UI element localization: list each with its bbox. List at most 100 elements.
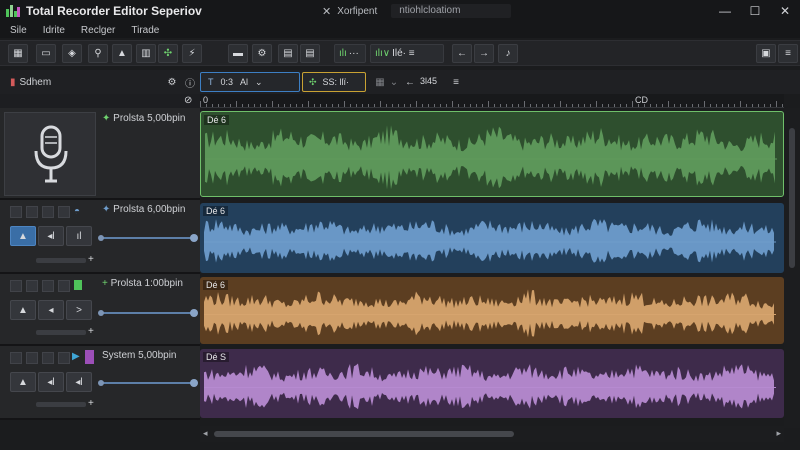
volume-slider[interactable] [36, 330, 86, 335]
clip-lane-2[interactable]: Dé 6 [200, 203, 784, 273]
expand-icon[interactable]: + [88, 398, 94, 409]
close-button[interactable]: ✕ [770, 4, 800, 18]
gear-icon[interactable]: ⚙ [252, 44, 272, 63]
pan-fader[interactable] [98, 234, 198, 242]
arm-toggle[interactable] [42, 280, 54, 292]
menu-item-record[interactable]: Reclger [81, 25, 115, 36]
prev-button[interactable]: ◂l [38, 226, 64, 246]
transport-bar: ▮ Sdhem ⚙ ⓘ T 0:3 Al ⌄ ✣ SS: llï· ▦ ⌄ ← … [0, 70, 800, 94]
volume-slider[interactable] [36, 258, 86, 263]
track-arm-icon[interactable]: + [102, 278, 108, 289]
mute-toggle[interactable] [10, 280, 22, 292]
vertical-scrollbar[interactable] [784, 108, 800, 428]
time-display[interactable]: T 0:3 Al ⌄ [200, 72, 300, 92]
info-icon[interactable]: ⓘ [182, 74, 198, 90]
chart-icon[interactable]: ▥ [136, 44, 156, 63]
select-icon[interactable]: ▭ [36, 44, 56, 63]
minimize-button[interactable]: — [710, 4, 740, 18]
track-header-1[interactable]: ✦ Prolsta 5,00bpin [0, 108, 200, 200]
menu-item-file[interactable]: Sile [10, 25, 27, 36]
timeline-ruler[interactable]: 0 CD [200, 94, 784, 108]
pan-fader[interactable] [98, 309, 198, 317]
main-toolbar: ▦ ▭ ◈ ⚲ ▲ ▥ ✣ ⚡ ▬ ⚙ ▤ ▤ ılı ··· ılı ∨ Ilé… [0, 40, 800, 66]
waveform2-icon: ılı [375, 48, 383, 59]
solo-toggle[interactable] [26, 352, 38, 364]
record-button[interactable]: ıl [66, 226, 92, 246]
tool-group-right[interactable]: ılı ∨ Ilé· ≡ [370, 44, 444, 63]
track-header-4[interactable]: ▶ ▲ ◂l ◂l + System 5,00bpin [0, 346, 200, 420]
color-swatch[interactable] [85, 350, 94, 364]
tuner-button[interactable]: ♪ [498, 44, 518, 63]
scroll-left-icon[interactable]: ◂ [203, 428, 208, 439]
tempo-display[interactable]: ✣ SS: llï· [302, 72, 366, 92]
menu-item-trade[interactable]: Tirade [131, 25, 159, 36]
settings-icon[interactable]: ⚙ [164, 74, 180, 90]
play-button[interactable]: ▲ [10, 300, 36, 320]
grid-icon[interactable]: ▦ [8, 44, 28, 63]
tool-group-left[interactable]: ılı ··· [334, 44, 366, 63]
maximize-button[interactable]: ☐ [740, 4, 770, 18]
horizontal-scrollbar[interactable]: ◂ ▸ [200, 426, 784, 442]
close-doc-icon[interactable]: ✕ [322, 5, 331, 18]
forward-button[interactable]: → [474, 44, 494, 63]
menu-item-edit[interactable]: Idrite [43, 25, 65, 36]
session-field[interactable]: ▮ Sdhem [10, 74, 160, 90]
dropdown-icon[interactable]: ⌄ [386, 74, 402, 90]
microphone-icon [34, 125, 68, 183]
clip-lane-1[interactable]: Dé 6 [200, 111, 784, 197]
mute-toggle[interactable] [10, 206, 22, 218]
zoom-icon[interactable]: ⚲ [88, 44, 108, 63]
center-field[interactable]: ntiohlcloatiom [391, 4, 512, 18]
next-button[interactable]: > [66, 300, 92, 320]
warning-icon[interactable]: ▲ [112, 44, 132, 63]
track-header-2[interactable]: ◓ ▲ ◂l ıl + ✦ Prolsta 6,00bpin [0, 200, 200, 274]
waveform [204, 218, 776, 263]
monitor-toggle[interactable] [58, 206, 70, 218]
rate-value: 3l45 [420, 76, 438, 86]
save-icon[interactable]: ▣ [756, 44, 776, 63]
headphone-icon[interactable]: ◓ [74, 206, 80, 217]
track-arm-icon[interactable]: ✦ [102, 113, 110, 124]
brush-icon[interactable]: ⚡ [182, 44, 202, 63]
record-button[interactable]: ◂l [66, 372, 92, 392]
time-unit: Al [240, 77, 249, 87]
scroll-thumb[interactable] [214, 431, 514, 437]
app-title: Total Recorder Editor Seperiov [26, 4, 202, 18]
scroll-thumb[interactable] [789, 128, 795, 268]
loop-icon[interactable]: ◈ [62, 44, 82, 63]
layout-icon[interactable]: ▬ [228, 44, 248, 63]
track-arm-icon[interactable]: ✦ [102, 204, 110, 215]
solo-toggle[interactable] [26, 206, 38, 218]
mute-toggle[interactable] [10, 352, 22, 364]
list-icon[interactable]: ≡ [448, 74, 464, 90]
play-button[interactable]: ▲ [10, 372, 36, 392]
scroll-right-icon[interactable]: ▸ [776, 428, 781, 439]
prev-button[interactable]: ◂ [38, 300, 64, 320]
arrow-left-icon[interactable]: ← [402, 74, 418, 90]
menu-icon[interactable]: ≡ [778, 44, 798, 63]
panel2-icon[interactable]: ▤ [300, 44, 320, 63]
center-title: ✕ Xorfipent ntiohlcloatiom [322, 0, 512, 22]
expand-icon[interactable]: + [88, 326, 94, 337]
track-header-3[interactable]: ▲ ◂ > + + Prolsta 1:00bpin [0, 274, 200, 346]
arm-toggle[interactable] [42, 352, 54, 364]
prev-button[interactable]: ◂l [38, 372, 64, 392]
volume-slider[interactable] [36, 402, 86, 407]
panel-icon[interactable]: ▤ [278, 44, 298, 63]
reset-icon[interactable]: ⊘ [184, 95, 192, 106]
pan-fader[interactable] [98, 379, 198, 387]
clip-label: Dé S [203, 352, 230, 362]
chevron-down-icon[interactable]: ⌄ [255, 77, 263, 88]
arm-toggle[interactable] [42, 206, 54, 218]
track-name-4: System 5,00bpin [102, 350, 177, 361]
clip-lane-4[interactable]: Dé S [200, 349, 784, 418]
back-button[interactable]: ← [452, 44, 472, 63]
clip-lane-3[interactable]: Dé 6 [200, 277, 784, 344]
monitor-toggle[interactable] [58, 280, 70, 292]
solo-toggle[interactable] [26, 280, 38, 292]
play-button[interactable]: ▲ [10, 226, 36, 246]
snap-icon[interactable]: ✣ [158, 44, 178, 63]
monitor-toggle[interactable] [58, 352, 70, 364]
expand-icon[interactable]: + [88, 254, 94, 265]
level-indicator-icon [74, 280, 82, 290]
